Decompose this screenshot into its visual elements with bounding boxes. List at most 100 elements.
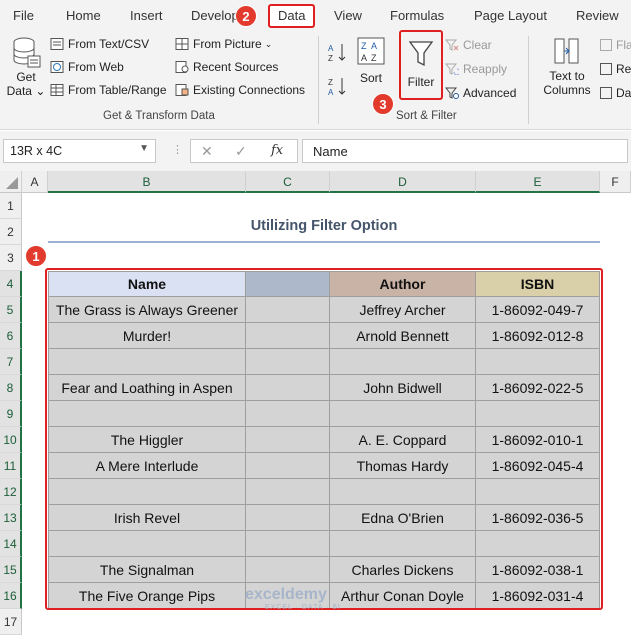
tab-data[interactable]: Data xyxy=(268,4,316,28)
formula-input[interactable]: Name xyxy=(302,139,628,163)
cell-name[interactable]: Murder! xyxy=(48,323,246,349)
row-header-1[interactable]: 1 xyxy=(0,193,22,219)
cell-name[interactable]: The Signalman xyxy=(48,557,246,583)
cell-isbn[interactable] xyxy=(476,401,600,427)
column-header-d[interactable]: D xyxy=(330,171,476,193)
cell-c[interactable] xyxy=(246,557,330,583)
row-header-11[interactable]: 11 xyxy=(0,453,22,479)
header-c[interactable] xyxy=(246,271,330,297)
column-header-a[interactable]: A xyxy=(22,171,48,193)
row-header-10[interactable]: 10 xyxy=(0,427,22,453)
cell-name[interactable] xyxy=(48,479,246,505)
sort-button[interactable]: ZAAZ Sort xyxy=(354,36,388,85)
cell-author[interactable] xyxy=(330,531,476,557)
from-web-button[interactable]: From Web xyxy=(50,60,124,74)
row-header-16[interactable]: 16 xyxy=(0,583,22,609)
tab-view[interactable]: View xyxy=(334,8,362,23)
cell-c[interactable] xyxy=(246,453,330,479)
cell-name[interactable]: The Grass is Always Greener xyxy=(48,297,246,323)
cell-isbn[interactable]: 1-86092-038-1 xyxy=(476,557,600,583)
cell-c[interactable] xyxy=(246,375,330,401)
cell-name[interactable] xyxy=(48,349,246,375)
filter-button[interactable]: Filter xyxy=(399,30,443,100)
row-header-14[interactable]: 14 xyxy=(0,531,22,557)
cell-c[interactable] xyxy=(246,479,330,505)
cell-c[interactable] xyxy=(246,427,330,453)
tab-page-layout[interactable]: Page Layout xyxy=(474,8,547,23)
cell-c[interactable] xyxy=(246,297,330,323)
cell-author[interactable]: Arthur Conan Doyle xyxy=(330,583,476,609)
cell-isbn[interactable]: 1-86092-031-4 xyxy=(476,583,600,609)
flash-fill-button[interactable]: Fla xyxy=(600,38,631,52)
enter-icon[interactable]: ✓ xyxy=(235,143,247,160)
insert-function-icon[interactable]: fx xyxy=(271,143,283,158)
clear-button[interactable]: Clear xyxy=(445,38,492,52)
cell-name[interactable]: The Higgler xyxy=(48,427,246,453)
row-header-8[interactable]: 8 xyxy=(0,375,22,401)
reapply-button[interactable]: Reapply xyxy=(445,62,507,76)
header-author[interactable]: Author xyxy=(330,271,476,297)
cell-name[interactable]: A Mere Interlude xyxy=(48,453,246,479)
tab-review[interactable]: Review xyxy=(576,8,619,23)
cell-c[interactable] xyxy=(246,323,330,349)
advanced-button[interactable]: Advanced xyxy=(445,86,516,100)
from-picture-button[interactable]: From Picture ⌄ xyxy=(175,37,272,51)
cell-author[interactable] xyxy=(330,349,476,375)
tab-developer[interactable]: Develop xyxy=(191,8,239,23)
tab-home[interactable]: Home xyxy=(66,8,101,23)
cell-author[interactable] xyxy=(330,401,476,427)
from-text-csv-button[interactable]: From Text/CSV xyxy=(50,37,149,51)
row-header-6[interactable]: 6 xyxy=(0,323,22,349)
cell-name[interactable]: Fear and Loathing in Aspen xyxy=(48,375,246,401)
row-header-9[interactable]: 9 xyxy=(0,401,22,427)
existing-connections-button[interactable]: Existing Connections xyxy=(175,83,305,97)
sort-za-button[interactable]: ZA xyxy=(328,76,348,99)
row-header-4[interactable]: 4 xyxy=(0,271,22,297)
cell-author[interactable]: Jeffrey Archer xyxy=(330,297,476,323)
header-isbn[interactable]: ISBN xyxy=(476,271,600,297)
chevron-down-icon[interactable]: ▼ xyxy=(139,143,149,154)
data-validation-button[interactable]: Da xyxy=(600,86,631,100)
cell-c[interactable] xyxy=(246,505,330,531)
cell-isbn[interactable]: 1-86092-045-4 xyxy=(476,453,600,479)
row-header-5[interactable]: 5 xyxy=(0,297,22,323)
cell-author[interactable]: John Bidwell xyxy=(330,375,476,401)
tab-formulas[interactable]: Formulas xyxy=(390,8,444,23)
row-header-15[interactable]: 15 xyxy=(0,557,22,583)
cell-name[interactable] xyxy=(48,531,246,557)
row-header-7[interactable]: 7 xyxy=(0,349,22,375)
cell-isbn[interactable]: 1-86092-022-5 xyxy=(476,375,600,401)
cell-c[interactable] xyxy=(246,349,330,375)
header-name[interactable]: Name xyxy=(48,271,246,297)
cell-c[interactable] xyxy=(246,401,330,427)
text-to-columns-button[interactable]: Text to Columns xyxy=(538,36,596,97)
row-header-2[interactable]: 2 xyxy=(0,219,22,245)
column-header-c[interactable]: C xyxy=(246,171,330,193)
recent-sources-button[interactable]: Recent Sources xyxy=(175,60,278,74)
cell-isbn[interactable]: 1-86092-036-5 xyxy=(476,505,600,531)
row-header-17[interactable]: 17 xyxy=(0,609,22,635)
tab-insert[interactable]: Insert xyxy=(130,8,163,23)
cancel-icon[interactable]: ✕ xyxy=(201,143,213,160)
tab-file[interactable]: File xyxy=(13,8,34,23)
remove-duplicates-button[interactable]: Re xyxy=(600,62,631,76)
cell-c[interactable] xyxy=(246,531,330,557)
cell-isbn[interactable] xyxy=(476,349,600,375)
cell-author[interactable]: Arnold Bennett xyxy=(330,323,476,349)
column-header-b[interactable]: B xyxy=(48,171,246,193)
row-header-3[interactable]: 3 xyxy=(0,245,22,271)
cell-author[interactable] xyxy=(330,479,476,505)
cell-author[interactable]: A. E. Coppard xyxy=(330,427,476,453)
cell-name[interactable]: Irish Revel xyxy=(48,505,246,531)
get-data-button[interactable]: Get Data ⌄ xyxy=(6,36,46,104)
row-header-12[interactable]: 12 xyxy=(0,479,22,505)
select-all-corner[interactable] xyxy=(0,171,22,193)
cell-name[interactable]: The Five Orange Pips xyxy=(48,583,246,609)
name-box[interactable]: 13R x 4C ▼ xyxy=(3,139,156,163)
cell-name[interactable] xyxy=(48,401,246,427)
column-header-e[interactable]: E xyxy=(476,171,600,193)
cell-author[interactable]: Thomas Hardy xyxy=(330,453,476,479)
cell-isbn[interactable] xyxy=(476,531,600,557)
cell-isbn[interactable]: 1-86092-012-8 xyxy=(476,323,600,349)
cell-isbn[interactable]: 1-86092-010-1 xyxy=(476,427,600,453)
